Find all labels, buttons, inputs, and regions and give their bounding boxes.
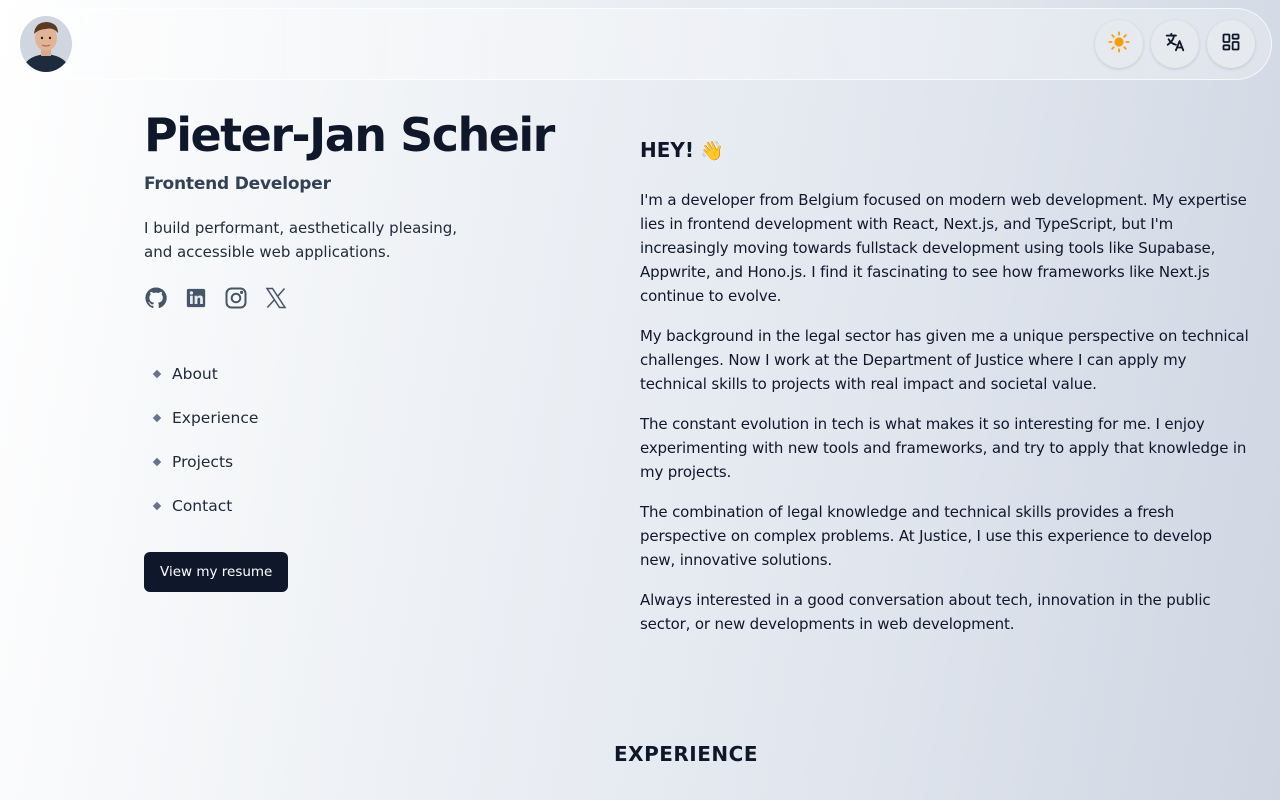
waving-hand-icon: 👋 — [700, 139, 724, 162]
diamond-icon — [152, 369, 162, 379]
github-link[interactable] — [144, 286, 168, 314]
nav-item-label: Contact — [172, 497, 233, 515]
top-navigation-bar — [8, 8, 1272, 80]
nav-item-label: About — [172, 365, 218, 383]
nav-item-contact[interactable]: Contact — [152, 484, 258, 528]
linkedin-link[interactable] — [184, 286, 208, 314]
linkedin-icon — [185, 287, 207, 313]
section-navigation: About Experience Projects Contact — [152, 352, 259, 528]
about-paragraph: I'm a developer from Belgium focused on … — [640, 191, 1247, 305]
about-paragraph: My background in the legal sector has gi… — [640, 327, 1249, 393]
social-links — [144, 286, 288, 314]
x-icon — [264, 286, 288, 314]
profile-role: Frontend Developer — [144, 174, 331, 194]
about-paragraph: The combination of legal knowledge and t… — [640, 503, 1212, 569]
about-paragraph: The constant evolution in tech is what m… — [640, 415, 1247, 481]
view-resume-button[interactable]: View my resume — [144, 552, 289, 592]
experience-section-heading: EXPERIENCE — [614, 742, 758, 766]
translate-icon — [1164, 31, 1186, 57]
nav-item-about[interactable]: About — [152, 352, 258, 396]
language-button[interactable] — [1151, 20, 1199, 68]
about-section: HEY! 👋 I'm a developer from Belgium focu… — [640, 136, 1250, 652]
diamond-icon — [152, 413, 162, 423]
nav-item-experience[interactable]: Experience — [152, 396, 259, 440]
theme-toggle-button[interactable] — [1095, 20, 1143, 68]
about-heading-text: HEY! — [640, 138, 695, 162]
apps-menu-button[interactable] — [1207, 20, 1255, 68]
about-heading: HEY! 👋 — [640, 136, 1250, 164]
x-link[interactable] — [264, 286, 288, 314]
sun-icon — [1108, 31, 1130, 57]
diamond-icon — [152, 501, 162, 511]
nav-item-projects[interactable]: Projects — [152, 440, 258, 484]
about-paragraph: Always interested in a good conversation… — [640, 591, 1211, 633]
avatar[interactable] — [20, 16, 72, 72]
diamond-icon — [152, 457, 162, 467]
nav-item-label: Experience — [172, 409, 259, 427]
nav-item-label: Projects — [172, 453, 234, 471]
instagram-link[interactable] — [224, 286, 248, 314]
grid-icon — [1221, 32, 1241, 56]
profile-tagline: I build performant, aesthetically pleasi… — [144, 219, 458, 261]
github-icon — [144, 286, 168, 314]
instagram-icon — [224, 286, 248, 314]
profile-name: Pieter-Jan Scheir — [144, 108, 555, 162]
